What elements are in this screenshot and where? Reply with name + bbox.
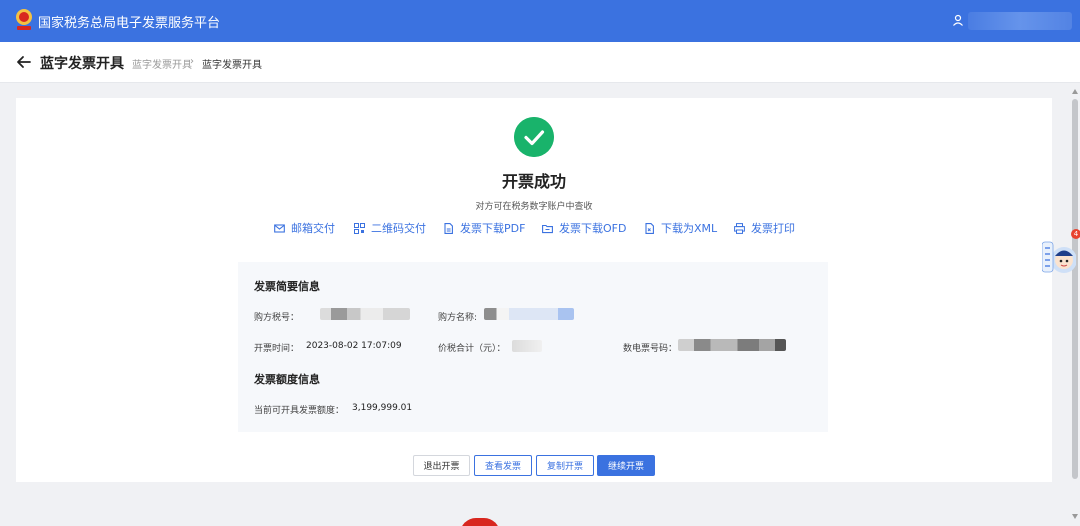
qrcode-delivery-link[interactable]: 二维码交付 bbox=[354, 220, 426, 236]
breadcrumb-current: 蓝字发票开具 bbox=[202, 60, 262, 71]
quota-section-title: 发票额度信息 bbox=[254, 373, 320, 386]
back-arrow-icon[interactable] bbox=[16, 54, 32, 70]
download-ofd-link[interactable]: 发票下载OFD bbox=[542, 220, 626, 236]
breadcrumb-item[interactable]: 蓝字发票开具 bbox=[132, 56, 192, 71]
mail-icon bbox=[274, 223, 285, 233]
email-delivery-link[interactable]: 邮箱交付 bbox=[274, 220, 335, 236]
available-quota-label: 当前可开具发票额度： bbox=[254, 406, 345, 416]
download-xml-link[interactable]: 下载为XML bbox=[644, 220, 717, 236]
issue-time-value: 2023-08-02 17:07:09 bbox=[306, 341, 402, 351]
success-check-icon bbox=[514, 117, 554, 157]
download-pdf-link[interactable]: 发票下载PDF bbox=[443, 220, 525, 236]
page-title: 蓝字发票开具 bbox=[40, 56, 124, 72]
scroll-up-arrow-icon[interactable] bbox=[1072, 89, 1078, 94]
file-pdf-icon bbox=[444, 222, 453, 234]
quit-issuing-button[interactable]: 退出开票 bbox=[413, 455, 470, 476]
action-label: 发票下载OFD bbox=[559, 222, 627, 235]
file-xml-icon bbox=[645, 222, 654, 234]
view-invoice-button[interactable]: 查看发票 bbox=[474, 455, 532, 476]
copy-invoice-button[interactable]: 复制开票 bbox=[536, 455, 594, 476]
user-name-masked[interactable] bbox=[968, 12, 1072, 30]
buyer-name-masked bbox=[484, 308, 574, 320]
assistant-notification-badge: 4 bbox=[1071, 229, 1080, 239]
summary-section-title: 发票简要信息 bbox=[254, 280, 320, 293]
vertical-scrollbar[interactable] bbox=[1070, 83, 1080, 526]
assistant-avatar-icon[interactable] bbox=[1042, 236, 1076, 276]
scroll-down-arrow-icon[interactable] bbox=[1072, 514, 1078, 519]
site-title: 国家税务总局电子发票服务平台 bbox=[38, 16, 221, 31]
action-label: 二维码交付 bbox=[371, 222, 426, 235]
invoice-number-masked bbox=[678, 339, 786, 351]
invoice-number-label: 数电票号码： bbox=[623, 344, 678, 354]
bottom-seal-icon bbox=[460, 518, 500, 526]
action-label: 下载为XML bbox=[661, 222, 718, 235]
page-header: 蓝字发票开具 蓝字发票开具 › 蓝字发票开具 bbox=[0, 42, 1080, 83]
tax-emblem-icon bbox=[16, 9, 32, 30]
available-quota-value: 3,199,999.01 bbox=[352, 403, 413, 413]
continue-issuing-button[interactable]: 继续开票 bbox=[597, 455, 655, 476]
action-label: 邮箱交付 bbox=[291, 222, 335, 235]
issue-time-label: 开票时间： bbox=[254, 344, 300, 354]
success-title: 开票成功 bbox=[501, 172, 566, 191]
action-label: 发票打印 bbox=[751, 222, 795, 235]
action-label: 发票下载PDF bbox=[460, 222, 526, 235]
qrcode-icon bbox=[354, 222, 365, 234]
printer-icon bbox=[734, 222, 745, 234]
buyer-tax-id-label: 购方税号： bbox=[254, 313, 300, 323]
success-subtitle: 对方可在税务数字账户中查收 bbox=[475, 202, 593, 212]
scroll-thumb[interactable] bbox=[1072, 99, 1078, 479]
invoice-info-panel: 发票简要信息 购方税号： 购方名称: 开票时间： 2023-08-02 17:0… bbox=[238, 262, 828, 432]
buyer-name-label: 购方名称: bbox=[438, 313, 478, 323]
user-icon[interactable] bbox=[952, 14, 964, 26]
top-header: 国家税务总局电子发票服务平台 bbox=[0, 0, 1080, 42]
breadcrumb-separator: › bbox=[190, 56, 194, 67]
buyer-tax-id-masked bbox=[320, 308, 410, 320]
print-invoice-link[interactable]: 发票打印 bbox=[734, 220, 795, 236]
total-amount-masked bbox=[512, 340, 542, 352]
file-ofd-icon bbox=[542, 224, 553, 233]
total-amount-label: 价税合计（元）： bbox=[438, 344, 506, 354]
